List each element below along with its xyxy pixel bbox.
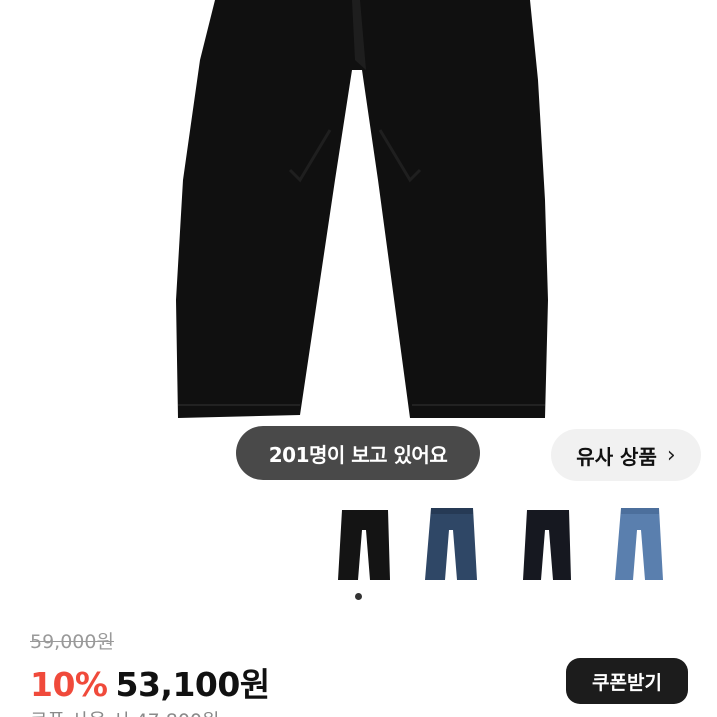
- indigo-jeans-thumbnail[interactable]: [417, 505, 487, 585]
- viewers-count-badge: 201명이 보고 있어요: [236, 426, 480, 480]
- price-row: 10% 53,100원: [30, 658, 270, 706]
- similar-products-label: 유사 상품: [576, 444, 657, 469]
- coupon-price-note: 쿠폰 사용 시 47,800원: [30, 706, 219, 717]
- black-jeans-thumbnail-2[interactable]: [513, 505, 583, 585]
- black-jeans-thumbnail[interactable]: [330, 505, 400, 585]
- color-thumbnails: [320, 505, 717, 585]
- discount-rate: 10%: [30, 665, 108, 704]
- original-price: 59,000원: [30, 631, 114, 653]
- light-blue-jeans-thumbnail[interactable]: [605, 505, 675, 585]
- chevron-right-icon: ›: [666, 442, 676, 468]
- get-coupon-label: 쿠폰받기: [592, 671, 662, 694]
- carousel-dot: [355, 593, 362, 600]
- similar-products-button[interactable]: 유사 상품 ›: [551, 429, 701, 481]
- black-jeans-image: [176, 0, 548, 418]
- product-hero-image[interactable]: [0, 0, 717, 590]
- sale-price: 53,100원: [115, 665, 271, 704]
- get-coupon-button[interactable]: 쿠폰받기: [566, 658, 688, 704]
- viewers-count-text: 201명이 보고 있어요: [268, 442, 448, 467]
